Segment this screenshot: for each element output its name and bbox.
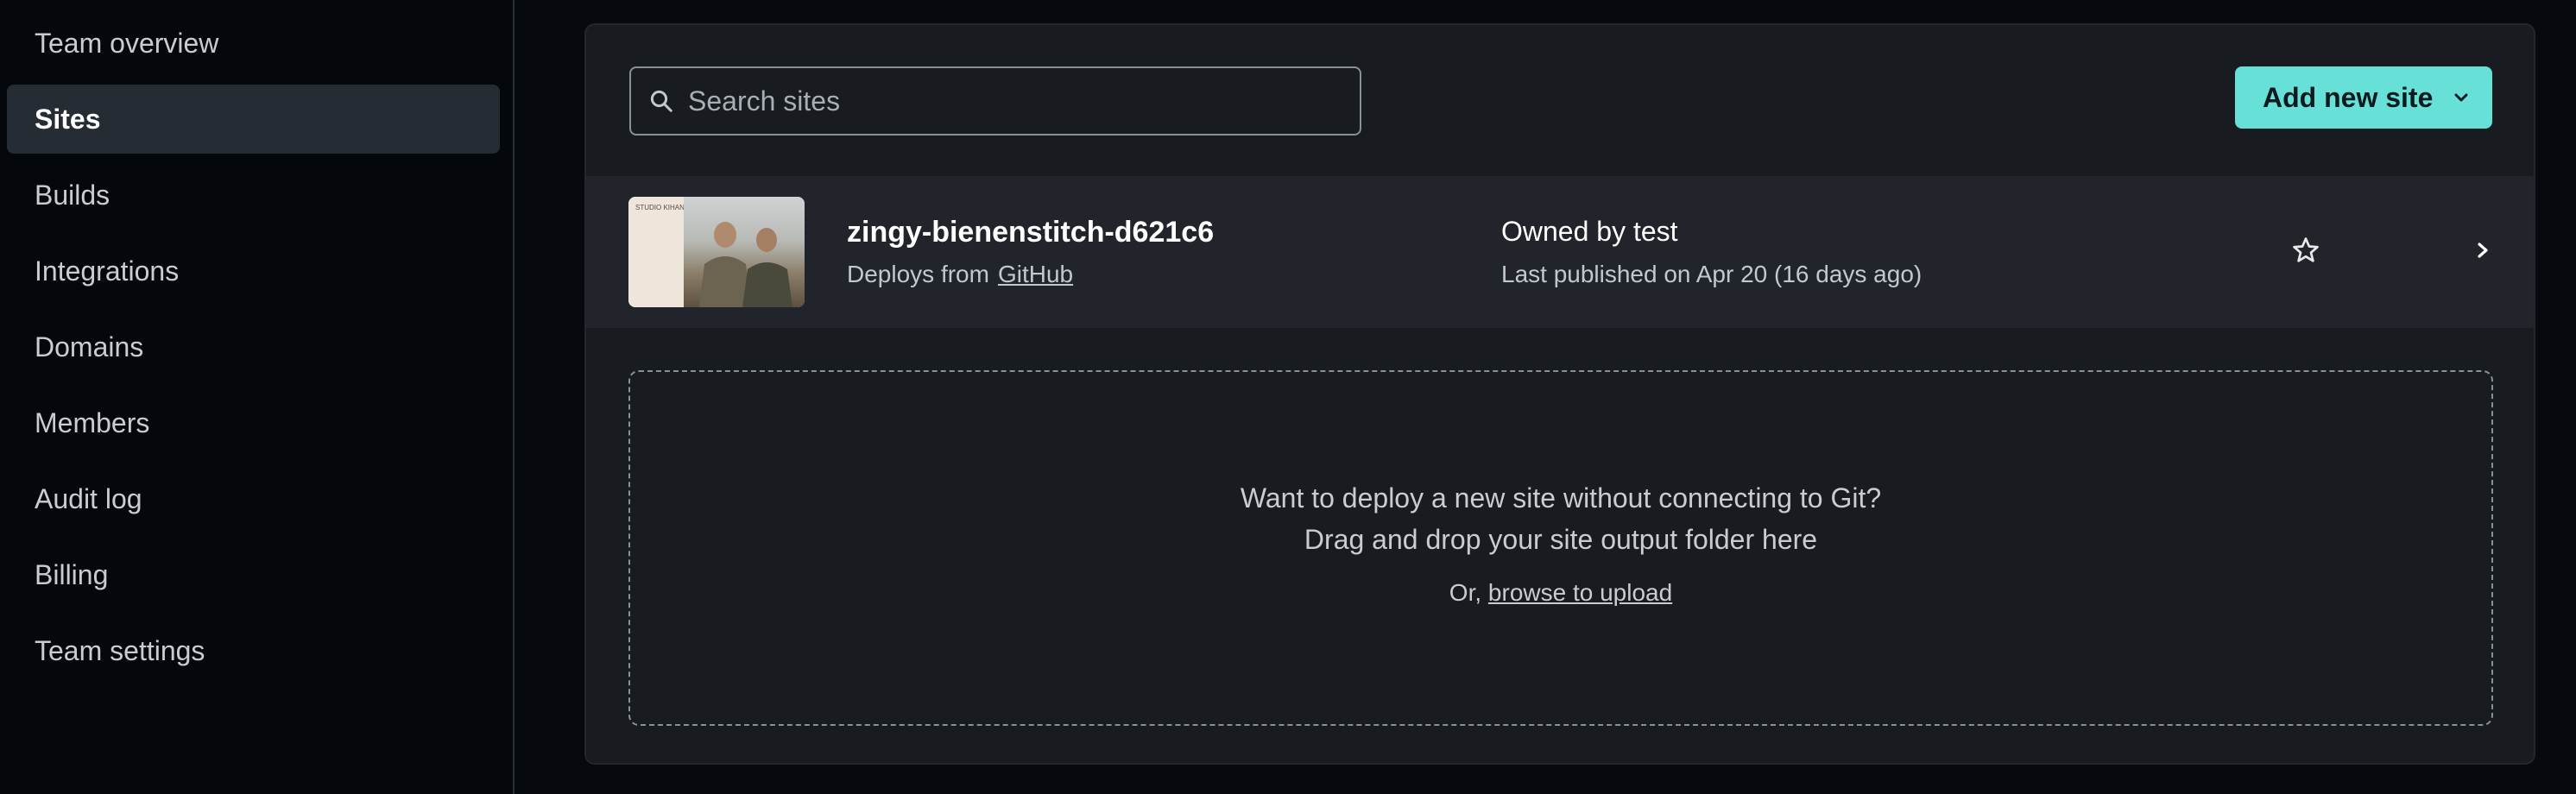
app-root: Team overview Sites Builds Integrations …	[0, 0, 2576, 794]
search-box[interactable]	[629, 66, 1361, 135]
dropzone-browse-line: Or, browse to upload	[630, 579, 2491, 607]
browse-to-upload-link[interactable]: browse to upload	[1488, 579, 1672, 606]
sidebar-item-domains[interactable]: Domains	[7, 312, 500, 381]
site-row[interactable]: STUDIO KIHANA zingy-bienenstitch-d621c6 …	[586, 176, 2534, 328]
sidebar-item-team-settings[interactable]: Team settings	[7, 616, 500, 685]
search-input[interactable]	[688, 85, 1344, 117]
thumbnail-figures	[699, 222, 792, 307]
thumbnail-text: STUDIO KIHANA	[635, 204, 690, 211]
github-link[interactable]: GitHub	[998, 261, 1073, 288]
sidebar-item-integrations[interactable]: Integrations	[7, 236, 500, 306]
add-new-site-label: Add new site	[2263, 81, 2434, 113]
site-deploy-info: Deploys from GitHub	[847, 261, 1073, 288]
sidebar-item-sites[interactable]: Sites	[7, 85, 500, 154]
chevron-down-icon	[2454, 93, 2468, 102]
sidebar-item-team-overview[interactable]: Team overview	[7, 9, 500, 78]
sidebar-item-members[interactable]: Members	[7, 388, 500, 457]
sidebar-item-audit-log[interactable]: Audit log	[7, 464, 500, 533]
site-last-published: Last published on Apr 20 (16 days ago)	[1501, 261, 1923, 287]
sites-panel: Add new site STUDIO KIHANA zingy-bien	[584, 23, 2535, 765]
site-name[interactable]: zingy-bienenstitch-d621c6	[847, 216, 1214, 249]
site-owner: Owned by test	[1501, 216, 1678, 247]
team-sidebar: Team overview Sites Builds Integrations …	[0, 0, 515, 794]
deploys-prefix: Deploys from	[847, 261, 989, 287]
dropzone-heading: Want to deploy a new site without connec…	[1240, 482, 1882, 514]
search-icon	[650, 90, 672, 112]
add-new-site-button[interactable]: Add new site	[2235, 66, 2492, 129]
dropzone-instruction: Drag and drop your site output folder he…	[1304, 524, 1818, 555]
sidebar-item-billing[interactable]: Billing	[7, 540, 500, 609]
upload-dropzone[interactable]: Want to deploy a new site without connec…	[628, 370, 2493, 726]
star-icon[interactable]	[2290, 235, 2321, 266]
dropzone-prefix: Or,	[1449, 579, 1482, 606]
sidebar-item-builds[interactable]: Builds	[7, 161, 500, 230]
thumbnail-photo	[684, 197, 805, 307]
thumbnail-sidebar	[628, 197, 684, 307]
chevron-right-icon[interactable]	[2473, 240, 2492, 261]
site-thumbnail: STUDIO KIHANA	[628, 197, 805, 307]
